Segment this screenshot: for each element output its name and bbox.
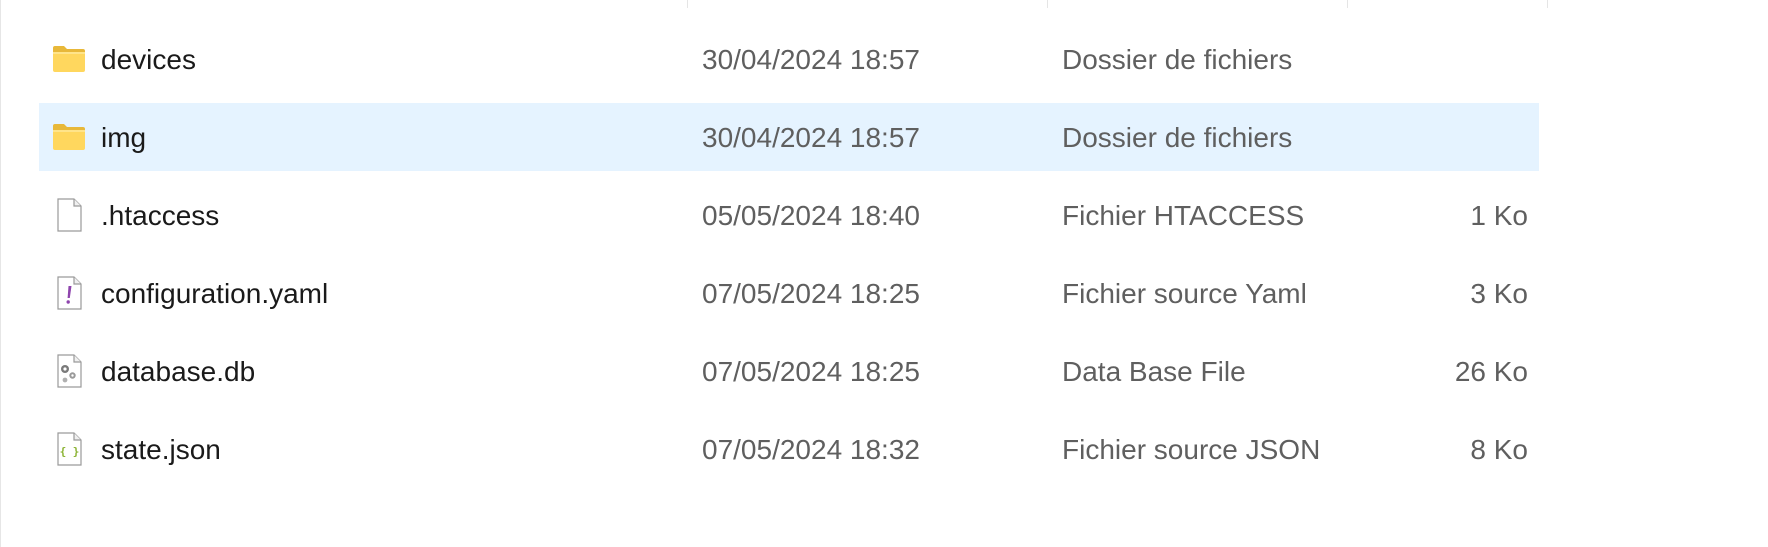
file-type: Fichier HTACCESS: [1062, 200, 1305, 231]
column-divider-name-date[interactable]: [687, 0, 688, 8]
json-file-icon: { }: [57, 432, 82, 466]
file-date-modified: 07/05/2024 18:25: [702, 356, 920, 387]
file-row-database-db[interactable]: database.db 07/05/2024 18:25 Data Base F…: [39, 337, 1539, 405]
file-size: 3 Ko: [1470, 278, 1528, 309]
file-type: Fichier source JSON: [1062, 434, 1321, 465]
pane-left-border: [0, 0, 1, 547]
file-name: configuration.yaml: [101, 278, 329, 309]
folder-icon: [53, 46, 85, 72]
file-row-htaccess[interactable]: .htaccess 05/05/2024 18:40 Fichier HTACC…: [39, 181, 1539, 249]
file-name: state.json: [101, 434, 221, 465]
file-type: Dossier de fichiers: [1062, 44, 1293, 75]
file-list: devices 30/04/2024 18:57 Dossier de fich…: [39, 25, 1539, 493]
file-date-modified: 07/05/2024 18:25: [702, 278, 920, 309]
file-type: Fichier source Yaml: [1062, 278, 1307, 309]
file-list-pane: devices 30/04/2024 18:57 Dossier de fich…: [0, 0, 1768, 547]
file-row-state-json[interactable]: { } state.json 07/05/2024 18:32 Fichier …: [39, 415, 1539, 483]
file-row-img[interactable]: img 30/04/2024 18:57 Dossier de fichiers: [39, 103, 1539, 171]
file-size: 8 Ko: [1470, 434, 1528, 465]
folder-icon: [53, 124, 85, 150]
file-name: .htaccess: [101, 200, 220, 231]
file-name: img: [101, 122, 147, 153]
file-type: Dossier de fichiers: [1062, 122, 1293, 153]
file-date-modified: 30/04/2024 18:57: [702, 44, 920, 75]
svg-text:{ }: { }: [60, 445, 80, 458]
column-divider-size-end[interactable]: [1547, 0, 1548, 8]
column-divider-date-type[interactable]: [1047, 0, 1048, 8]
file-name: devices: [101, 44, 196, 75]
yaml-file-icon: [57, 276, 82, 310]
file-row-configuration-yaml[interactable]: configuration.yaml 07/05/2024 18:25 Fich…: [39, 259, 1539, 327]
file-name: database.db: [101, 356, 256, 387]
file-type: Data Base File: [1062, 356, 1246, 387]
file-row-devices[interactable]: devices 30/04/2024 18:57 Dossier de fich…: [39, 25, 1539, 93]
file-size: 1 Ko: [1470, 200, 1528, 231]
file-size: 26 Ko: [1454, 356, 1528, 387]
settings-file-icon: [57, 354, 82, 388]
file-date-modified: 05/05/2024 18:40: [702, 200, 920, 231]
blank-file-icon: [57, 198, 82, 232]
file-date-modified: 30/04/2024 18:57: [702, 122, 920, 153]
column-divider-type-size[interactable]: [1347, 0, 1348, 8]
file-date-modified: 07/05/2024 18:32: [702, 434, 920, 465]
